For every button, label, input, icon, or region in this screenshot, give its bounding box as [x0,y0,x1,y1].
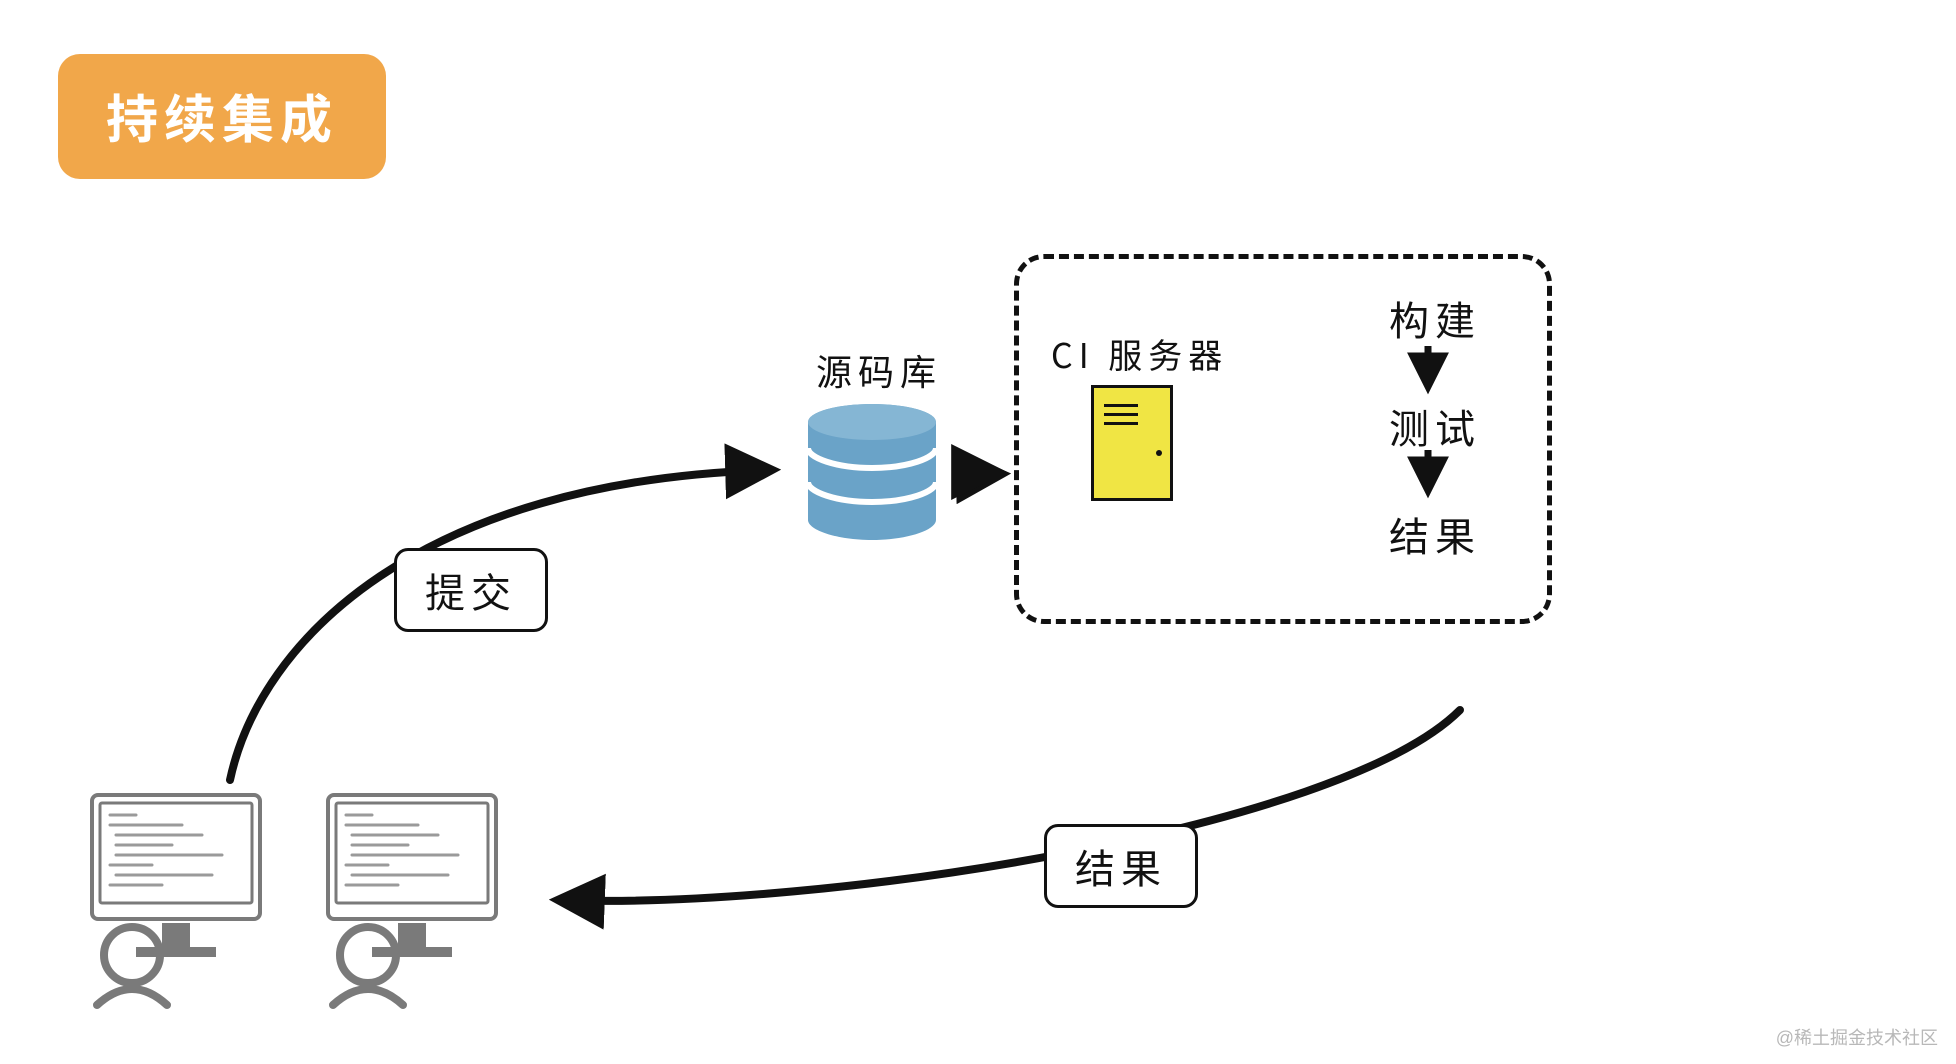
watermark: @稀土掘金技术社区 [1776,1024,1938,1050]
database-icon [808,404,936,540]
arrow-to-ci [956,471,1000,474]
pipeline-step-build: 构建 [1389,289,1481,347]
label-commit: 提交 [394,548,548,632]
label-result-feedback: 结果 [1044,824,1198,908]
diagram-title: 持续集成 [58,54,386,179]
developer-icon [328,795,496,1005]
label-ci-server: CI 服务器 [1051,329,1228,378]
developer-icon [92,795,260,1005]
label-repo: 源码库 [816,344,942,396]
pipeline-step-result: 结果 [1389,505,1481,563]
arrow-result [560,710,1460,901]
door-icon [1091,385,1173,501]
pipeline-step-test: 测试 [1389,397,1481,455]
ci-server-group: CI 服务器 构建 测试 结果 [1014,254,1552,624]
